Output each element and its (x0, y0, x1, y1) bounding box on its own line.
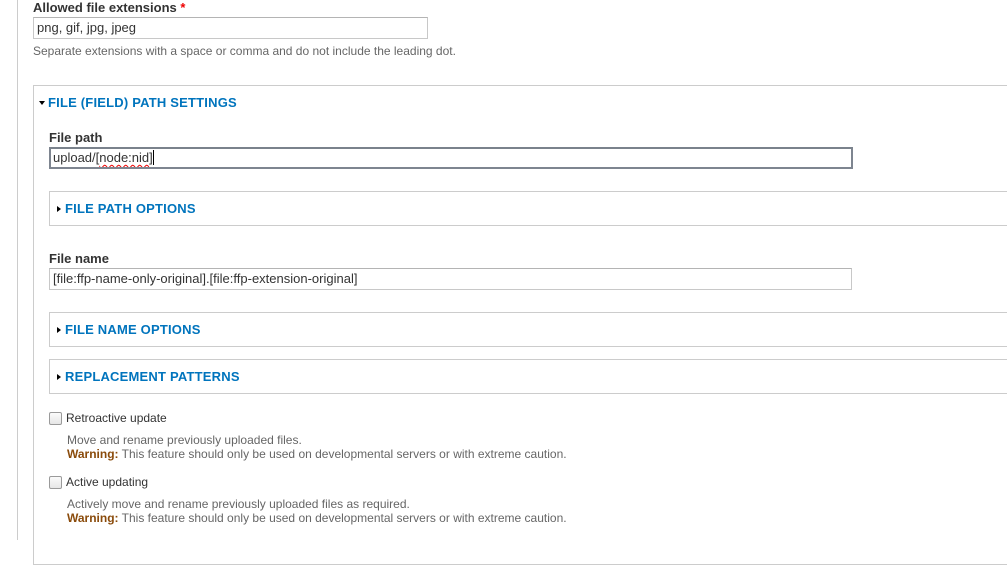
file-name-input[interactable]: [file:ffp-name-only-original].[file:ffp-… (49, 268, 852, 290)
warning-text: This feature should only be used on deve… (118, 447, 567, 461)
replacement-patterns-toggle[interactable]: REPLACEMENT PATTERNS (57, 369, 240, 384)
warning-text: This feature should only be used on deve… (118, 511, 567, 525)
expand-arrow-icon (57, 205, 61, 212)
file-path-label: File path (49, 130, 103, 145)
file-name-options-toggle[interactable]: FILE NAME OPTIONS (57, 322, 201, 337)
required-marker: * (180, 0, 186, 15)
warning-label: Warning: (67, 447, 119, 461)
active-updating-label[interactable]: Active updating (66, 475, 148, 489)
allowed-extensions-value: png, gif, jpg, jpeg (37, 20, 137, 35)
allowed-extensions-input[interactable]: png, gif, jpg, jpeg (33, 17, 428, 39)
expand-arrow-icon (57, 373, 61, 380)
retroactive-update-label[interactable]: Retroactive update (66, 411, 167, 425)
active-updating-warning: Warning: This feature should only be use… (67, 511, 567, 525)
active-updating-description: Actively move and rename previously uplo… (67, 497, 410, 511)
warning-label: Warning: (67, 511, 119, 525)
retroactive-update-checkbox[interactable] (49, 412, 62, 425)
retroactive-update-description: Move and rename previously uploaded file… (67, 433, 302, 447)
left-border-rail (17, 0, 18, 540)
retroactive-update-warning: Warning: This feature should only be use… (67, 447, 567, 461)
file-path-input[interactable]: upload/[node:nid] (49, 147, 853, 169)
file-name-options-legend: FILE NAME OPTIONS (65, 322, 201, 337)
expand-arrow-icon (57, 326, 61, 333)
file-path-value-token: node:nid (99, 150, 150, 165)
allowed-extensions-description: Separate extensions with a space or comm… (33, 44, 456, 58)
replacement-patterns-legend: REPLACEMENT PATTERNS (65, 369, 240, 384)
collapse-arrow-icon (39, 100, 45, 105)
active-updating-checkbox[interactable] (49, 476, 62, 489)
file-name-label: File name (49, 251, 109, 266)
file-name-value: [file:ffp-name-only-original].[file:ffp-… (53, 271, 358, 286)
path-settings-legend: FILE (FIELD) PATH SETTINGS (48, 95, 237, 110)
file-path-value-prefix: upload/[ (53, 150, 100, 165)
allowed-extensions-label: Allowed file extensions * (33, 0, 185, 15)
allowed-extensions-label-text: Allowed file extensions (33, 0, 177, 15)
file-path-options-legend: FILE PATH OPTIONS (65, 201, 196, 216)
text-caret (152, 150, 154, 165)
path-settings-toggle[interactable]: FILE (FIELD) PATH SETTINGS (39, 95, 237, 110)
file-path-options-toggle[interactable]: FILE PATH OPTIONS (57, 201, 196, 216)
